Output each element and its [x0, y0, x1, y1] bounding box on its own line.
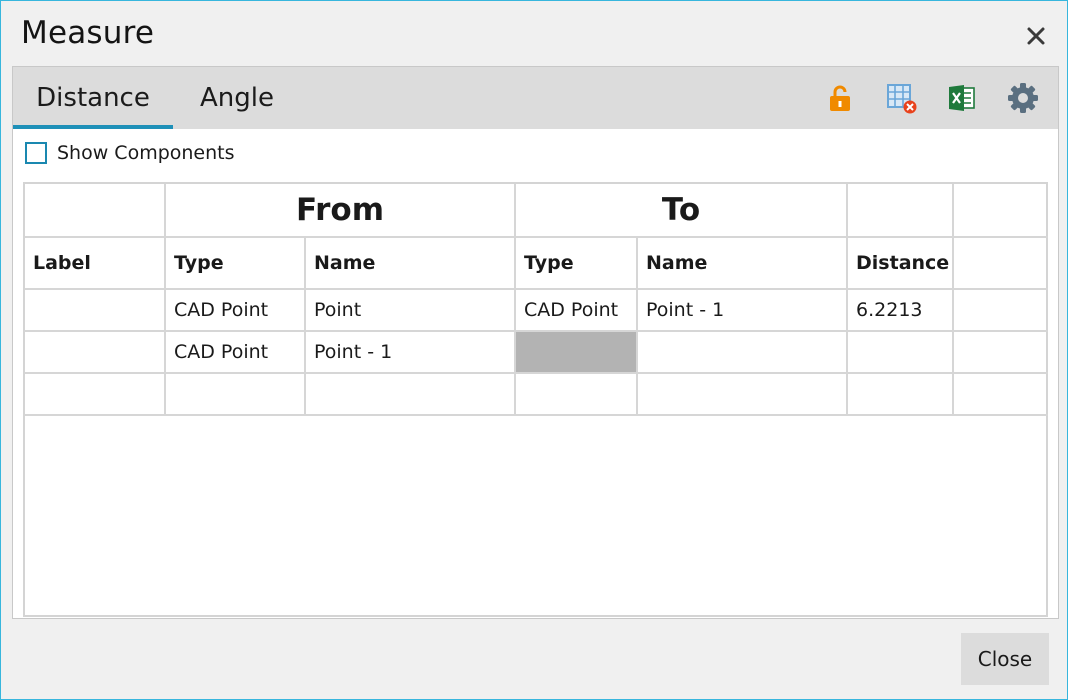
tab-distance[interactable]: Distance	[13, 67, 173, 129]
column-header-row: Label Type Name Type Name Distance	[25, 236, 1048, 290]
show-components-checkbox[interactable]	[25, 142, 47, 164]
group-header-from: From	[164, 184, 516, 238]
cell-extra[interactable]	[952, 288, 1048, 332]
cell-extra[interactable]	[952, 330, 1048, 374]
group-header-distance-blank	[846, 184, 955, 238]
settings-gear-icon[interactable]	[1006, 81, 1040, 115]
column-header-to-type[interactable]: Type	[514, 236, 638, 290]
group-header-label-blank	[25, 184, 166, 238]
cell-from-type[interactable]	[164, 372, 306, 416]
column-header-to-name[interactable]: Name	[635, 236, 849, 290]
cell-to-type-selected[interactable]	[514, 330, 638, 374]
cell-to-type[interactable]: CAD Point	[514, 288, 638, 332]
cell-label[interactable]	[25, 288, 166, 332]
measure-panel: Distance Angle Show Components From To L…	[12, 66, 1059, 619]
table-row[interactable]: CAD Point Point - 1	[25, 330, 1048, 374]
cell-distance[interactable]	[846, 330, 955, 374]
column-header-distance[interactable]: Distance	[846, 236, 955, 290]
measurement-table: From To Label Type Name Type Name Distan…	[23, 182, 1048, 617]
active-tab-indicator	[13, 125, 173, 129]
cell-distance[interactable]: 6.2213	[846, 288, 955, 332]
show-components-label[interactable]: Show Components	[57, 142, 235, 164]
cell-from-type[interactable]: CAD Point	[164, 330, 306, 374]
cell-to-name[interactable]	[635, 330, 849, 374]
column-header-extra	[952, 236, 1048, 290]
column-header-from-name[interactable]: Name	[304, 236, 516, 290]
group-header-to: To	[513, 184, 849, 238]
close-button[interactable]: Close	[961, 633, 1049, 685]
cell-from-type[interactable]: CAD Point	[164, 288, 306, 332]
column-header-label[interactable]: Label	[25, 236, 166, 290]
cell-label[interactable]	[25, 372, 166, 416]
cell-from-name[interactable]	[304, 372, 516, 416]
group-header-extra-blank	[952, 184, 1048, 238]
measure-dialog: Measure Distance Angle Show Components F…	[0, 0, 1068, 700]
close-icon[interactable]	[1023, 23, 1049, 49]
cell-from-name[interactable]: Point - 1	[304, 330, 516, 374]
tab-bar: Distance Angle	[13, 67, 1058, 129]
cell-distance[interactable]	[846, 372, 955, 416]
dialog-title: Measure	[21, 15, 155, 51]
cell-to-type[interactable]	[514, 372, 638, 416]
cell-to-name[interactable]	[635, 372, 849, 416]
tab-angle[interactable]: Angle	[177, 67, 297, 129]
table-row[interactable]: CAD Point Point CAD Point Point - 1 6.22…	[25, 288, 1048, 332]
table-delete-icon[interactable]	[884, 81, 918, 115]
cell-to-name[interactable]: Point - 1	[635, 288, 849, 332]
cell-label[interactable]	[25, 330, 166, 374]
table-row[interactable]	[25, 372, 1048, 416]
cell-from-name[interactable]: Point	[304, 288, 516, 332]
column-header-from-type[interactable]: Type	[164, 236, 306, 290]
group-header-row: From To	[25, 184, 1048, 238]
unlock-icon[interactable]	[823, 81, 857, 115]
cell-extra[interactable]	[952, 372, 1048, 416]
excel-export-icon[interactable]	[945, 81, 979, 115]
show-components-row: Show Components	[25, 142, 235, 164]
